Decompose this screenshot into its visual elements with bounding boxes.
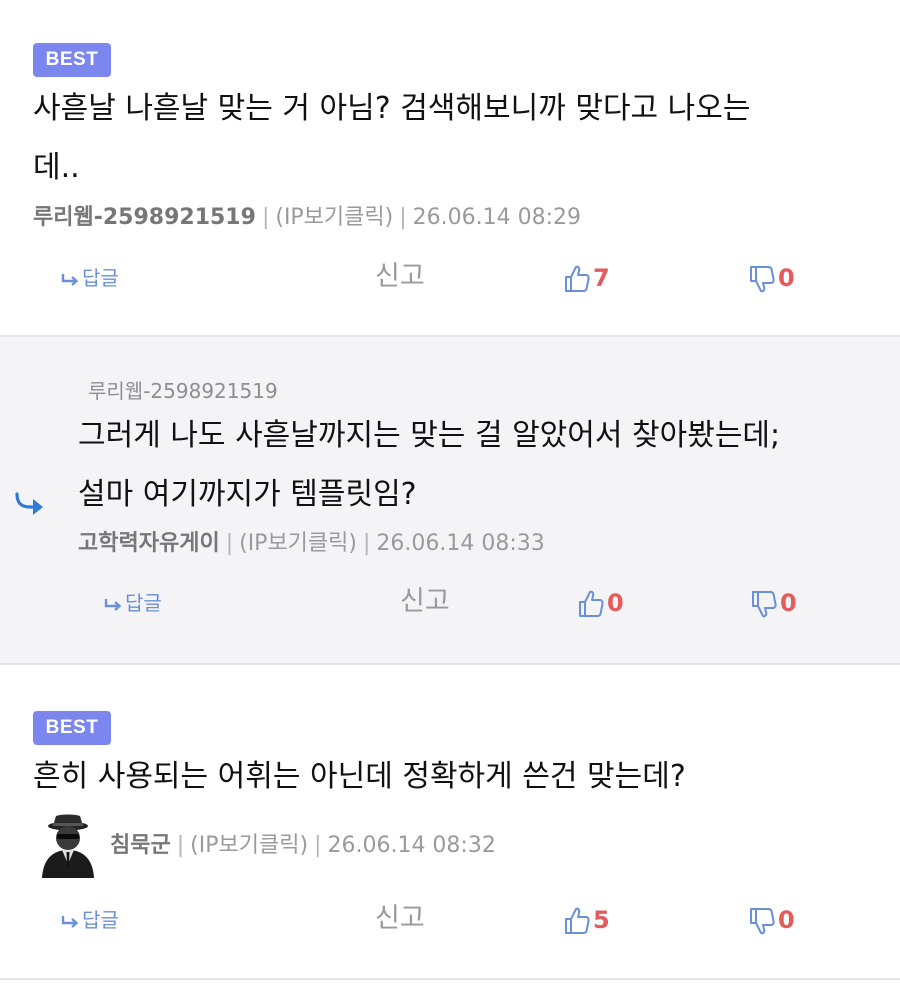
like-button[interactable]: 0 bbox=[577, 585, 624, 621]
meta-separator: | bbox=[176, 833, 185, 858]
dislike-button[interactable]: 0 bbox=[750, 585, 797, 621]
reply-button[interactable]: 답글 bbox=[103, 585, 162, 621]
meta-separator: | bbox=[314, 833, 322, 858]
author-name[interactable]: 루리웹-2598921519 bbox=[33, 205, 256, 230]
like-count: 0 bbox=[607, 589, 624, 617]
comment-meta: 고학력자유게이 | (IP보기클릭) | 26.06.14 08:33 bbox=[78, 524, 545, 564]
reply-button[interactable]: 답글 bbox=[60, 902, 119, 938]
thumbs-up-icon bbox=[579, 590, 604, 617]
comment-date: 26.06.14 08:32 bbox=[327, 833, 496, 858]
reply-label: 답글 bbox=[125, 591, 162, 615]
dislike-count: 0 bbox=[780, 589, 797, 617]
reply-label: 답글 bbox=[82, 266, 119, 290]
best-badge: BEST bbox=[33, 711, 111, 745]
report-button[interactable]: 신고 bbox=[400, 584, 450, 620]
like-button[interactable]: 5 bbox=[563, 902, 610, 938]
ip-link[interactable]: (IP보기클릭) bbox=[190, 833, 308, 858]
comment-body: 사흗날 나흗날 맞는 거 아님? 검색해보니까 맞다고 나오는 데.. bbox=[33, 91, 751, 185]
meta-separator: | bbox=[261, 205, 270, 230]
ip-link[interactable]: (IP보기클릭) bbox=[275, 205, 393, 230]
reply-arrow-icon bbox=[61, 915, 79, 928]
meta-separator: | bbox=[399, 205, 407, 230]
comment-3: BEST 흔히 사용되는 어휘는 아닌데 정확하게 쓴건 맞는데? 침묵군 | (I… bbox=[0, 665, 900, 986]
meta-separator: | bbox=[225, 531, 234, 556]
divider bbox=[0, 978, 900, 980]
best-badge: BEST bbox=[33, 43, 111, 77]
like-count: 7 bbox=[593, 264, 610, 292]
thumbs-down-icon bbox=[752, 591, 777, 618]
thumbs-up-icon bbox=[565, 265, 590, 292]
reply-label: 답글 bbox=[82, 908, 119, 932]
comment-body: 흔히 사용되는 어휘는 아닌데 정확하게 쓴건 맞는데? bbox=[33, 759, 686, 794]
report-button[interactable]: 신고 bbox=[375, 901, 425, 937]
comment-body: 그러게 나도 사흗날까지는 맞는 걸 알았어서 찾아봤는데; 설마 여기까지가 … bbox=[78, 418, 781, 512]
dislike-button[interactable]: 0 bbox=[748, 902, 795, 938]
thumbs-up-icon bbox=[565, 907, 590, 934]
comment-2-reply: 루리웹-2598921519 그러게 나도 사흗날까지는 맞는 걸 알았어서 찾… bbox=[0, 337, 900, 665]
dislike-count: 0 bbox=[778, 264, 795, 292]
report-button[interactable]: 신고 bbox=[375, 259, 425, 295]
meta-separator: | bbox=[363, 531, 371, 556]
reply-arrow-icon bbox=[61, 273, 79, 286]
comment-date: 26.06.14 08:29 bbox=[412, 205, 582, 230]
parent-author[interactable]: 루리웹-2598921519 bbox=[88, 375, 278, 404]
reply-button[interactable]: 답글 bbox=[60, 260, 119, 296]
spy-avatar[interactable] bbox=[38, 814, 98, 878]
thumbs-down-icon bbox=[750, 266, 775, 293]
dislike-button[interactable]: 0 bbox=[748, 260, 795, 296]
comment-meta: 침묵군 | (IP보기클릭) | 26.06.14 08:32 bbox=[110, 826, 496, 866]
like-count: 5 bbox=[593, 906, 610, 934]
reply-arrow-icon bbox=[104, 598, 122, 611]
comment-meta: 루리웹-2598921519 | (IP보기클릭) | 26.06.14 08:29 bbox=[33, 198, 581, 238]
reply-indicator-icon bbox=[15, 492, 43, 515]
thumbs-down-icon bbox=[750, 908, 775, 935]
dislike-count: 0 bbox=[778, 906, 795, 934]
like-button[interactable]: 7 bbox=[563, 260, 610, 296]
comment-1: BEST 사흗날 나흗날 맞는 거 아님? 검색해보니까 맞다고 나오는 데..… bbox=[0, 0, 900, 337]
ip-link[interactable]: (IP보기클릭) bbox=[239, 531, 357, 556]
comment-date: 26.06.14 08:33 bbox=[376, 531, 545, 556]
author-name[interactable]: 고학력자유게이 bbox=[78, 531, 220, 556]
author-name[interactable]: 침묵군 bbox=[110, 833, 171, 858]
